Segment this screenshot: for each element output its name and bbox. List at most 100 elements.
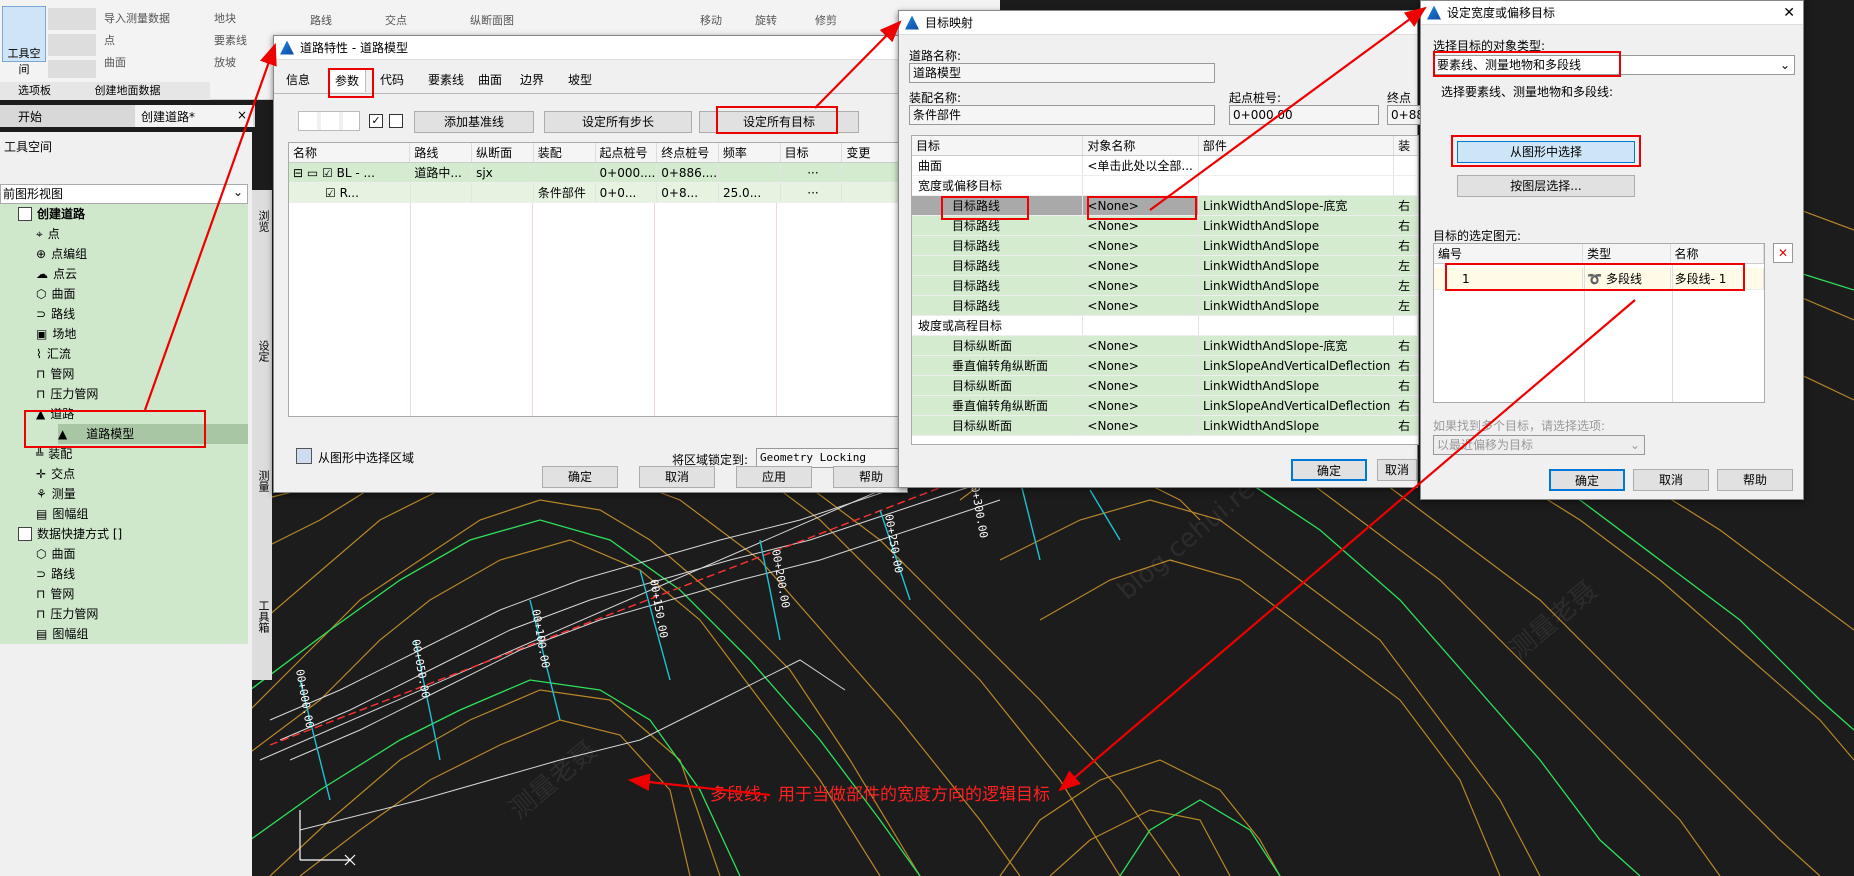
checkbox-empty-icon[interactable]	[389, 114, 403, 128]
toolspace-view-select[interactable]: 前图形视图 ⌄	[0, 184, 248, 204]
object-type-select[interactable]: 要素线、测量地物和多段线 ⌄	[1433, 55, 1795, 75]
select-region-label[interactable]: 从图形中选择区域	[318, 449, 414, 466]
prospector-tree: 创建道路 ⌖ 点 ⊕ 点编组 ☁ 点云 ⬡ 曲面 ⊃ 路线 ▣ 场地 ⌇ 汇流 ⊓ 管网 ⊓ 压力…	[0, 204, 248, 644]
polyline-icon: ➰	[1587, 272, 1603, 286]
remove-icon[interactable]: ✕	[1773, 243, 1793, 263]
set-all-targets-button[interactable]: 设定所有目标	[699, 111, 859, 133]
surfaces-button[interactable]: 曲面	[104, 52, 204, 74]
tab-surfaces[interactable]: 曲面	[472, 68, 508, 92]
tree-item[interactable]: 数据快捷方式 []	[18, 524, 122, 544]
tree-item[interactable]: ⊃ 路线	[36, 304, 75, 324]
tab-start[interactable]: 开始	[18, 108, 42, 125]
select-from-drawing-button[interactable]: 从图形中选择	[1457, 141, 1635, 163]
side-tab-settings[interactable]: 设定	[255, 340, 271, 362]
intersection-button[interactable]: 交点	[385, 12, 407, 28]
intersection-icon: ✛	[36, 467, 47, 481]
tree-item[interactable]: ⊓ 管网	[36, 364, 74, 384]
tree-item[interactable]: ╩ 装配	[36, 444, 72, 464]
side-tab-survey[interactable]: 测量	[255, 470, 271, 492]
tree-item[interactable]: ⬡ 曲面	[36, 544, 76, 564]
tree-item[interactable]: ▤ 图幅组	[36, 504, 88, 524]
add-baseline-button[interactable]: 添加基准线	[414, 111, 534, 133]
close-icon[interactable]: ×	[237, 108, 247, 122]
parcel-button[interactable]: 地块	[214, 8, 274, 30]
table-row[interactable]: 目标纵断面 <None> LinkWidthAndSlope 右	[912, 376, 1418, 396]
tab-parameters[interactable]: 参数	[328, 68, 367, 92]
tree-item[interactable]: ⊓ 压力管网	[36, 384, 98, 404]
help-button[interactable]: 帮助	[1717, 469, 1793, 491]
tree-item[interactable]: ▲ 道路	[36, 404, 74, 424]
panel-ground-data-label[interactable]: 创建地面数据	[95, 84, 161, 97]
tree-item[interactable]: ⊓ 压力管网	[36, 604, 98, 624]
surface-icon: ⬡	[36, 287, 47, 301]
lock-region-select[interactable]: Geometry Locking	[756, 448, 906, 468]
table-row[interactable]: 坡度或高程目标	[912, 316, 1418, 336]
toolspace-button[interactable]: 工具空间	[2, 6, 46, 76]
set-all-frequencies-button[interactable]: 设定所有步长	[544, 111, 692, 133]
ribbon-small-icons[interactable]	[48, 8, 96, 78]
ok-button[interactable]: 确定	[1291, 459, 1367, 481]
grid-column-lines	[1672, 264, 1673, 402]
toolbar-icons[interactable]	[298, 111, 360, 131]
profile-view-button[interactable]: 纵断面图	[470, 12, 514, 28]
trim-button[interactable]: 修剪	[815, 12, 837, 28]
feature-line-button[interactable]: 要素线	[214, 30, 274, 52]
tree-item[interactable]: ⚘ 测量	[36, 484, 76, 504]
tree-item[interactable]: 创建道路	[18, 204, 85, 224]
select-by-layer-button[interactable]: 按图层选择...	[1457, 175, 1635, 197]
rotate-button[interactable]: 旋转	[755, 12, 777, 28]
table-row[interactable]: 目标路线 <None> LinkWidthAndSlope 左	[912, 296, 1418, 316]
tree-item-corridor-model[interactable]: ▲ 道路模型	[58, 424, 248, 444]
points-button[interactable]: 点	[104, 30, 204, 52]
tab-codes[interactable]: 代码	[374, 68, 410, 92]
cancel-button[interactable]: 取消	[639, 466, 715, 488]
table-row[interactable]: 垂直偏转角纵断面 <None> LinkSlopeAndVerticalDeflec…	[912, 396, 1418, 416]
tree-item[interactable]: ▣ 场地	[36, 324, 76, 344]
tab-create-corridor[interactable]: 创建道路* ×	[135, 105, 253, 127]
ok-button[interactable]: 确定	[542, 466, 618, 488]
tab-boundaries[interactable]: 边界	[514, 68, 550, 92]
tree-item[interactable]: ⊕ 点编组	[36, 244, 87, 264]
tab-info[interactable]: 信息	[280, 68, 316, 92]
table-row[interactable]: 目标纵断面 <None> LinkWidthAndSlope 右	[912, 416, 1418, 436]
tree-item[interactable]: ⌇ 汇流	[36, 344, 71, 364]
tree-item[interactable]: ⬡ 曲面	[36, 284, 76, 304]
tab-slope-patterns[interactable]: 坡型	[562, 68, 598, 92]
grading-button[interactable]: 放坡	[214, 52, 274, 74]
tree-item[interactable]: ▤ 图幅组	[36, 624, 88, 644]
table-row[interactable]: 目标路线 <None> LinkWidthAndSlope 左	[912, 256, 1418, 276]
cancel-button[interactable]: 取消	[1633, 469, 1709, 491]
side-tab-toolbox[interactable]: 工具箱	[255, 600, 271, 633]
ok-button[interactable]: 确定	[1549, 469, 1625, 491]
alignment-button[interactable]: 路线	[310, 12, 332, 28]
table-row[interactable]: 目标纵断面 <None> LinkWidthAndSlope-底宽右	[912, 336, 1418, 356]
sheet-set-icon: ▤	[36, 507, 48, 521]
checkbox-checked-icon[interactable]: ✓	[369, 114, 383, 128]
table-row[interactable]: 目标路线 <None> LinkWidthAndSlope-底宽右	[912, 196, 1418, 216]
tree-item[interactable]: ☁ 点云	[36, 264, 77, 284]
table-row[interactable]: 曲面 <单击此处以全部...	[912, 156, 1418, 176]
table-row[interactable]: ☑ R... 条件部件 0+0... 0+8... 25.0... ···	[289, 183, 902, 203]
side-tab-browse[interactable]: 浏览	[255, 210, 271, 232]
table-row[interactable]: ⊟ ▭ ☑ BL - ... 道路中... sjx 0+000.... 0+886...…	[289, 163, 902, 183]
tree-item[interactable]: ⊓ 管网	[36, 584, 74, 604]
tree-item[interactable]: ✛ 交点	[36, 464, 75, 484]
apply-button[interactable]: 应用	[736, 466, 812, 488]
data-shortcut-icon	[18, 527, 32, 541]
region-select-icon[interactable]	[296, 448, 312, 464]
cancel-button[interactable]: 取消	[1377, 459, 1417, 481]
table-row[interactable]: 垂直偏转角纵断面 <None> LinkSlopeAndVerticalDeflec…	[912, 356, 1418, 376]
tab-feature-lines[interactable]: 要素线	[422, 68, 470, 92]
panel-tabs-label[interactable]: 选项板	[18, 84, 51, 97]
import-survey-button[interactable]: 导入测量数据	[104, 8, 204, 30]
table-row[interactable]: 目标路线 <None> LinkWidthAndSlope 右	[912, 216, 1418, 236]
tree-item[interactable]: ⌖ 点	[36, 224, 60, 244]
toolspace-title: 工具空间	[4, 140, 53, 154]
table-row[interactable]: 目标路线 <None> LinkWidthAndSlope 左	[912, 276, 1418, 296]
table-row[interactable]: 1 ➰ 多段线 多段线- 1	[1434, 268, 1764, 290]
table-row[interactable]: 宽度或偏移目标	[912, 176, 1418, 196]
close-icon[interactable]: ✕	[1783, 5, 1795, 21]
tree-item[interactable]: ⊃ 路线	[36, 564, 75, 584]
table-row[interactable]: 目标路线 <None> LinkWidthAndSlope 右	[912, 236, 1418, 256]
move-button[interactable]: 移动	[700, 12, 722, 28]
